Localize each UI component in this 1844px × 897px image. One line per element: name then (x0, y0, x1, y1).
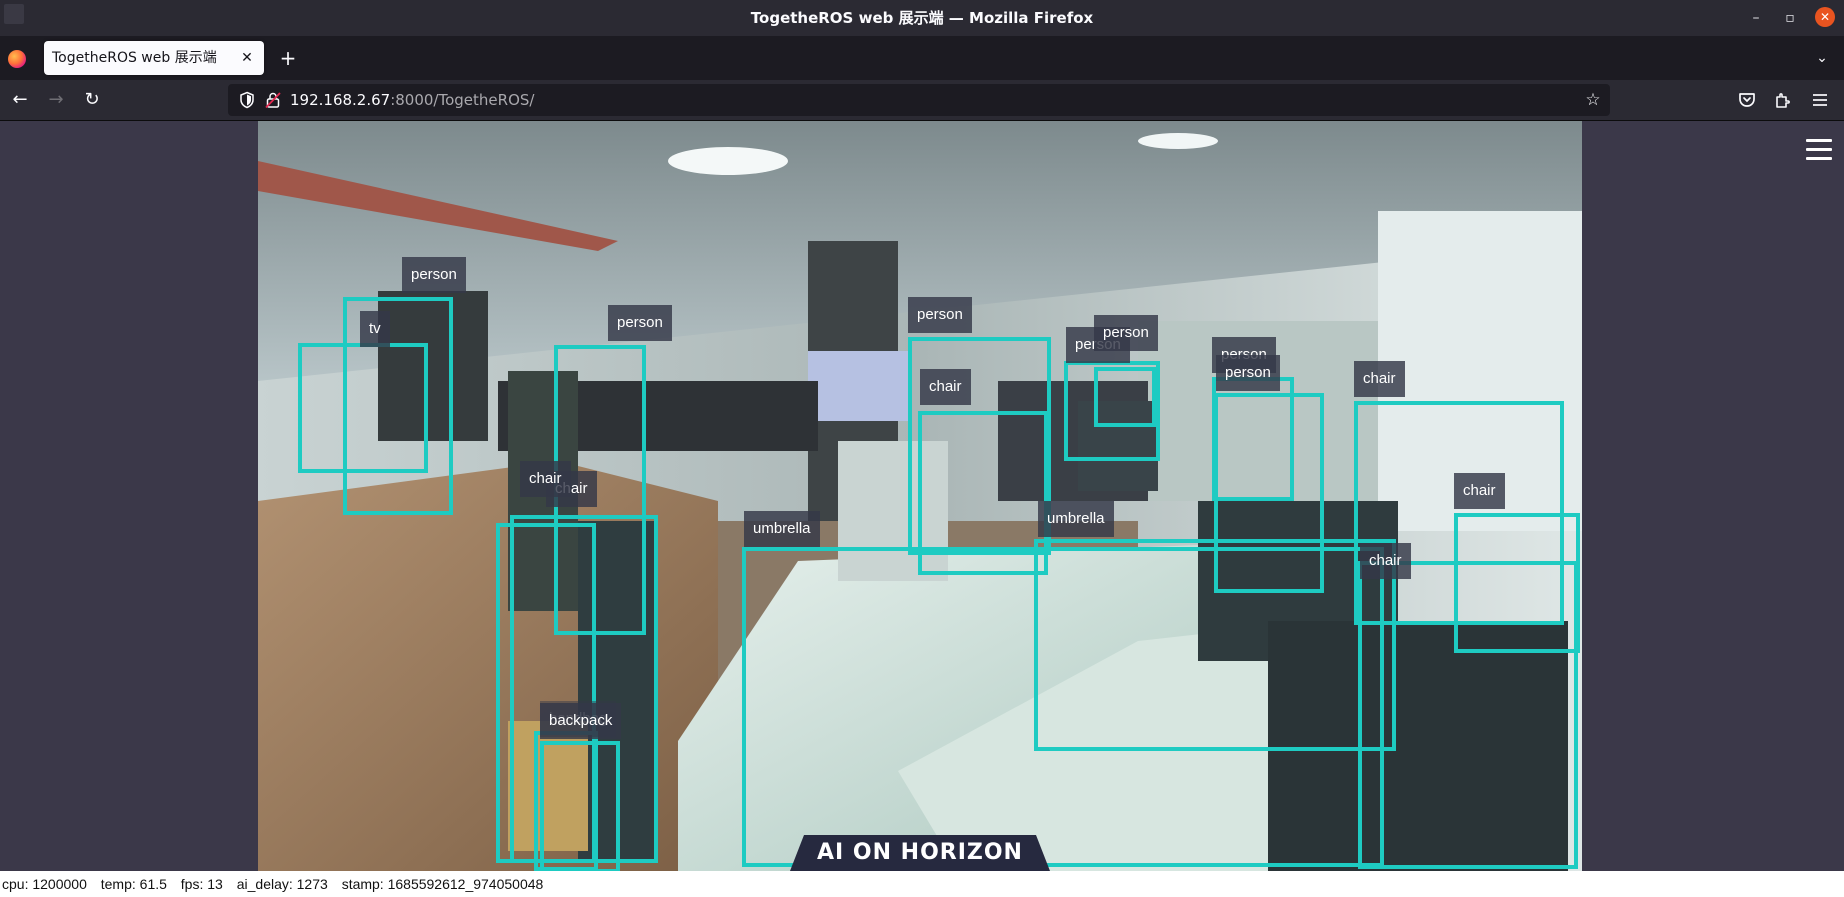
status-fps: fps: 13 (180, 876, 223, 892)
detection-label: chair (520, 461, 571, 497)
detection-label: chair (920, 369, 971, 405)
back-arrow-icon[interactable]: ← (8, 88, 32, 112)
status-stamp: stamp: 1685592612_974050048 (341, 876, 544, 892)
extensions-icon[interactable] (1771, 88, 1795, 112)
insecure-lock-icon[interactable] (264, 91, 282, 109)
firefox-logo-icon[interactable] (8, 50, 26, 68)
tab-strip: TogetheROS web 展示端 ✕ + ⌄ (0, 36, 1844, 80)
detection-label: tv (360, 311, 390, 347)
camera-video-frame: person tv person person chair person per… (258, 121, 1582, 871)
window-titlebar[interactable]: TogetheROS web 展示端 — Mozilla Firefox – ▫… (0, 0, 1844, 36)
tracking-protection-shield-icon[interactable] (238, 91, 256, 109)
detection-box (1094, 367, 1156, 427)
detection-label: chair (1354, 361, 1405, 397)
maximize-icon[interactable]: ▫ (1778, 6, 1802, 30)
detection-label: chair (1360, 543, 1411, 579)
status-ai-delay: ai_delay: 1273 (236, 876, 328, 892)
detection-box (1034, 539, 1396, 751)
hamburger-menu-icon[interactable] (1808, 88, 1832, 112)
forward-arrow-icon[interactable]: → (44, 88, 68, 112)
pocket-icon[interactable] (1735, 88, 1759, 112)
window-title: TogetheROS web 展示端 — Mozilla Firefox (750, 9, 1094, 27)
status-temp: temp: 61.5 (100, 876, 167, 892)
minimize-icon[interactable]: – (1744, 6, 1768, 30)
url-text[interactable]: 192.168.2.67:8000/TogetheROS/ (290, 84, 534, 116)
detection-label: chair (1454, 473, 1505, 509)
tab-label: TogetheROS web 展示端 (52, 50, 217, 66)
menu-bar-line (1806, 157, 1832, 160)
bookmark-star-icon[interactable]: ☆ (1582, 89, 1604, 111)
detection-label: backpack (540, 703, 622, 739)
detection-label: umbrella (744, 511, 820, 547)
address-bar[interactable]: 192.168.2.67:8000/TogetheROS/ ☆ (228, 84, 1610, 116)
detection-label: umbrella (1038, 501, 1114, 537)
detection-box (298, 343, 428, 473)
tab-togetheros[interactable]: TogetheROS web 展示端 ✕ (44, 41, 264, 75)
new-tab-icon[interactable]: + (276, 46, 300, 70)
menu-bar-line (1806, 148, 1832, 151)
menu-bar-line (1806, 139, 1832, 142)
detection-label: person (908, 297, 972, 333)
status-cpu: cpu: 1200000 (2, 876, 87, 892)
detection-label: person (1216, 355, 1280, 391)
horizon-logo-banner: AI ON HORIZON (790, 835, 1050, 871)
page-content: person tv person person chair person per… (0, 121, 1844, 871)
detection-box (534, 731, 598, 871)
detection-label: person (608, 305, 672, 341)
url-path: :8000/TogetheROS/ (390, 91, 535, 109)
logo-text: AI ON HORIZON (817, 840, 1023, 865)
status-bar: cpu: 1200000 temp: 61.5 fps: 13 ai_delay… (0, 871, 1844, 897)
navigation-toolbar: ← → ↻ 192.168.2.67:8000/TogetheROS/ ☆ (0, 80, 1844, 121)
tab-close-icon[interactable]: ✕ (238, 49, 256, 67)
detection-label: person (1094, 315, 1158, 351)
url-host: 192.168.2.67 (290, 91, 391, 109)
close-window-icon[interactable]: ✕ (1815, 7, 1835, 27)
tab-list-chevron-icon[interactable]: ⌄ (1812, 48, 1832, 68)
page-menu-button[interactable] (1806, 139, 1832, 161)
detection-label: person (402, 257, 466, 293)
reload-icon[interactable]: ↻ (80, 88, 104, 112)
